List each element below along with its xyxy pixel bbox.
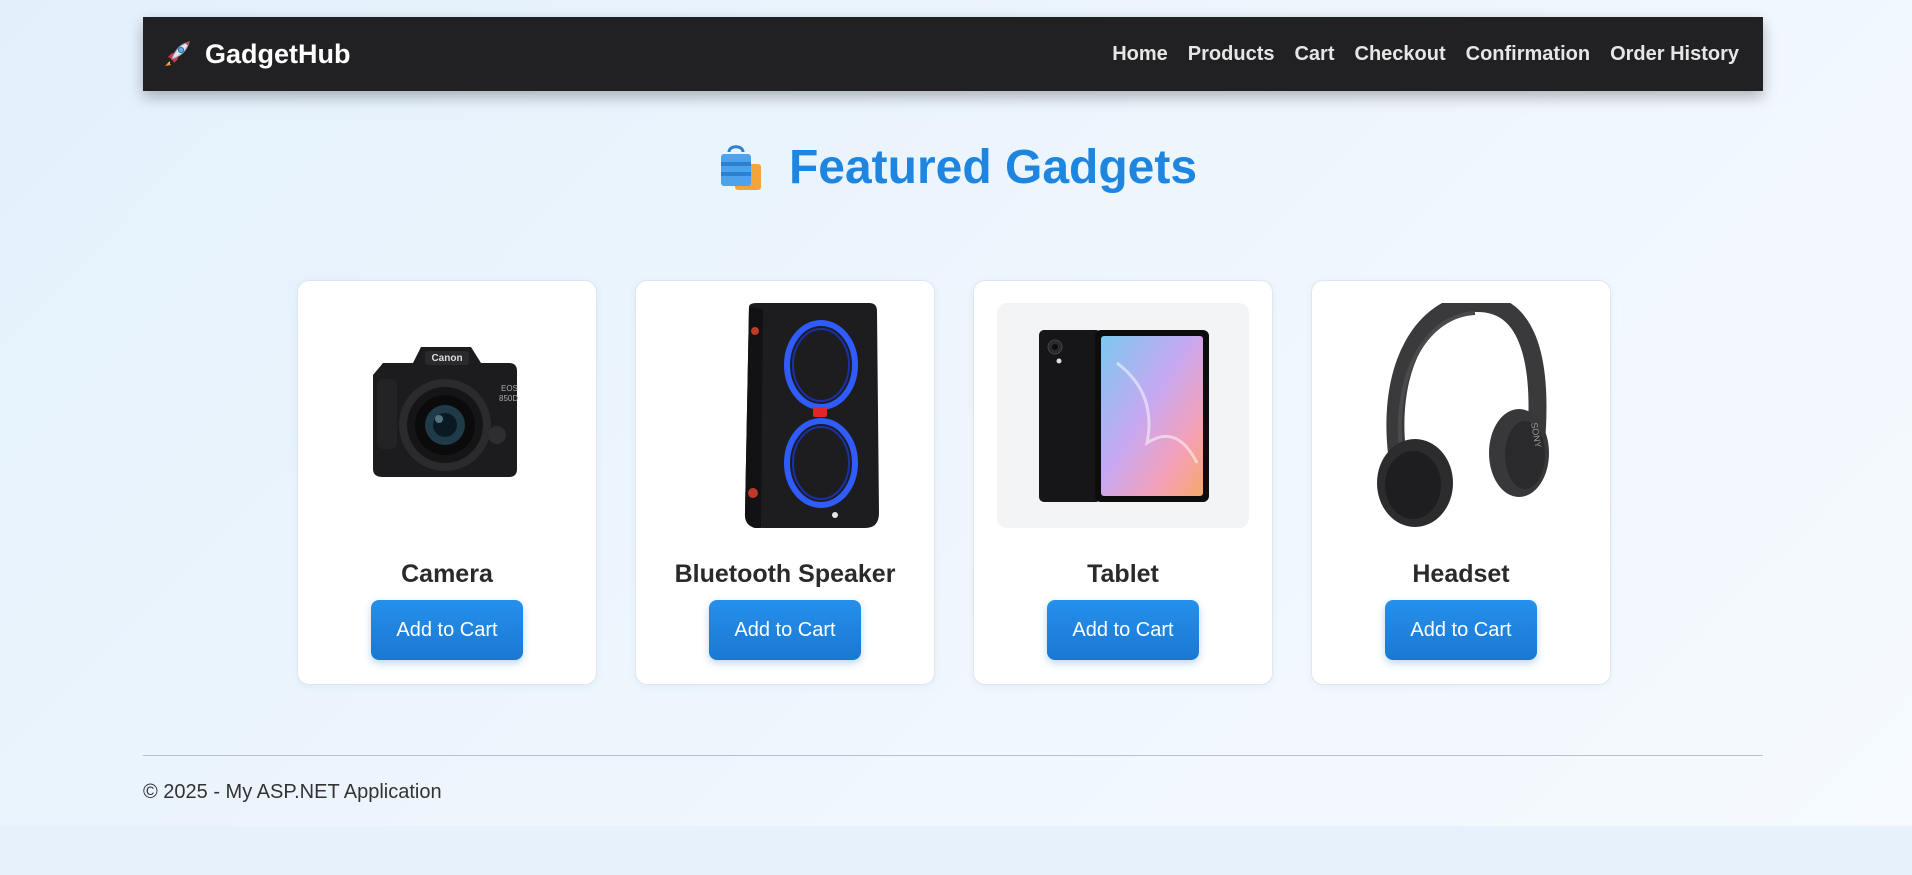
product-name: Camera: [401, 560, 493, 588]
shopping-bag-icon: [720, 144, 761, 190]
product-card-bluetooth-speaker: Bluetooth Speaker Add to Cart: [635, 280, 935, 685]
brand-name: GadgetHub: [205, 38, 351, 69]
product-card-tablet: Tablet Add to Cart: [973, 280, 1273, 685]
brand-link[interactable]: GadgetHub: [161, 38, 351, 70]
tablet-image: [997, 303, 1249, 528]
svg-text:Canon: Canon: [431, 353, 462, 364]
page-heading: Featured Gadgets: [0, 140, 1912, 195]
product-name: Tablet: [1087, 560, 1159, 588]
page-title: Featured Gadgets: [788, 141, 1198, 194]
rocket-icon: [165, 41, 190, 66]
add-to-cart-button[interactable]: Add to Cart: [709, 600, 861, 660]
footer-divider: [143, 755, 1763, 756]
headset-image: SONY: [1335, 303, 1587, 528]
nav-item-order-history[interactable]: Order History: [1610, 43, 1739, 66]
nav-links: Home Products Cart Checkout Confirmation…: [1112, 43, 1739, 66]
nav-item-products[interactable]: Products: [1188, 43, 1275, 66]
add-to-cart-button[interactable]: Add to Cart: [1047, 600, 1199, 660]
product-card-camera: Canon EOS 850D Camera Add to Cart: [297, 280, 597, 685]
add-to-cart-button[interactable]: Add to Cart: [1385, 600, 1537, 660]
page-bottom-strip: [0, 826, 1912, 875]
speaker-image: [659, 303, 911, 528]
nav-item-confirmation[interactable]: Confirmation: [1466, 43, 1590, 66]
camera-image: Canon EOS 850D: [321, 303, 573, 528]
top-navbar: GadgetHub Home Products Cart Checkout Co…: [143, 17, 1763, 91]
nav-item-cart[interactable]: Cart: [1294, 43, 1334, 66]
nav-item-home[interactable]: Home: [1112, 43, 1168, 66]
svg-text:850D: 850D: [499, 394, 518, 403]
product-name: Bluetooth Speaker: [674, 560, 896, 588]
product-name: Headset: [1412, 560, 1510, 588]
product-card-headset: SONY Headset Add to Cart: [1311, 280, 1611, 685]
product-grid: Canon EOS 850D Camera Add to Cart Blueto…: [297, 280, 1611, 685]
add-to-cart-button[interactable]: Add to Cart: [371, 600, 523, 660]
footer-copyright: © 2025 - My ASP.NET Application: [143, 781, 442, 803]
nav-item-checkout[interactable]: Checkout: [1355, 43, 1446, 66]
svg-text:EOS: EOS: [501, 384, 518, 393]
